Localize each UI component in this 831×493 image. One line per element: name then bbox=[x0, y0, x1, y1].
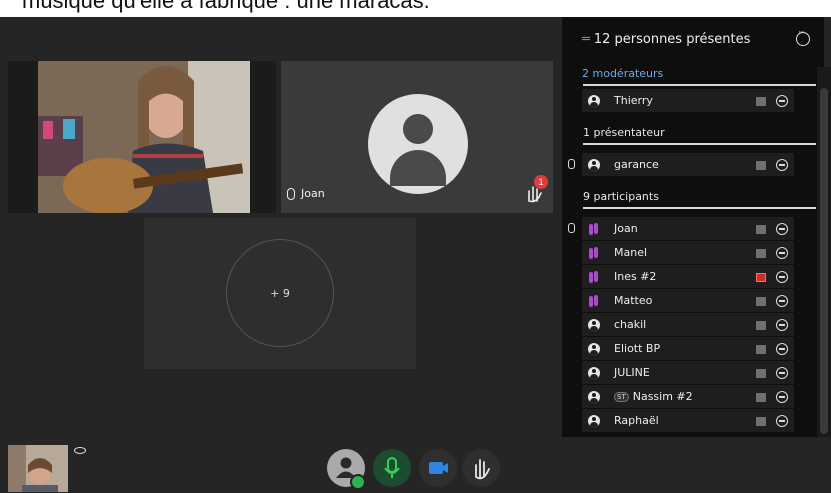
camera-toggle-button[interactable] bbox=[419, 449, 457, 487]
participant-name: JULINE bbox=[614, 366, 650, 379]
participant-row[interactable]: Ines #2 bbox=[582, 265, 794, 289]
participant-name: Eliott BP bbox=[614, 342, 661, 355]
user-icon bbox=[588, 95, 600, 107]
scrollbar-thumb[interactable] bbox=[820, 88, 828, 434]
raised-hand-icon bbox=[588, 247, 600, 259]
participant-name: Joan bbox=[614, 222, 638, 235]
panel-title: 12 personnes présentes bbox=[593, 32, 751, 47]
chat-icon[interactable] bbox=[756, 97, 766, 106]
participant-name: Thierry bbox=[614, 94, 653, 107]
participant-options-icon[interactable] bbox=[776, 271, 788, 283]
participant-row[interactable]: chakil bbox=[582, 313, 794, 337]
user-icon bbox=[588, 415, 600, 427]
participants-list: Joan Manel Ines #2 Matteo chakil Eliott … bbox=[562, 217, 824, 433]
panel-menu-button[interactable] bbox=[796, 28, 810, 46]
chat-icon[interactable] bbox=[756, 321, 766, 330]
raise-hand-button[interactable] bbox=[462, 449, 500, 487]
participant-options-icon[interactable] bbox=[776, 367, 788, 379]
section-participants: 9 participants bbox=[562, 185, 824, 207]
chat-icon[interactable] bbox=[756, 297, 766, 306]
video-tile-camera[interactable] bbox=[8, 61, 276, 213]
participant-options-icon[interactable] bbox=[776, 247, 788, 259]
section-presenter: 1 présentateur bbox=[562, 121, 824, 143]
participant-options-icon[interactable] bbox=[776, 95, 788, 107]
chat-icon[interactable] bbox=[756, 161, 766, 170]
participant-name: Matteo bbox=[614, 294, 653, 307]
participant-name-with-badge: ST Nassim #2 bbox=[614, 390, 693, 403]
tile-name-label: Joan bbox=[287, 187, 325, 200]
raised-hand-icon bbox=[588, 295, 600, 307]
raise-hand-icon bbox=[475, 459, 490, 480]
drag-handle-icon: ═ bbox=[582, 32, 590, 47]
participant-options-icon[interactable] bbox=[776, 343, 788, 355]
microphone-icon bbox=[384, 457, 400, 478]
bottom-toolbar bbox=[0, 437, 831, 493]
user-icon bbox=[588, 343, 600, 355]
webcam-feed-image bbox=[38, 61, 250, 213]
tile-name-text: Joan bbox=[301, 187, 325, 200]
video-tile-joan[interactable]: Joan 1 bbox=[281, 61, 553, 213]
participant-options-icon[interactable] bbox=[776, 295, 788, 307]
user-icon bbox=[588, 367, 600, 379]
status-badge: ST bbox=[614, 392, 629, 402]
chat-unread-icon[interactable] bbox=[756, 273, 766, 282]
participant-name: Ines #2 bbox=[614, 270, 657, 283]
participant-options-icon[interactable] bbox=[776, 159, 788, 171]
camera-icon bbox=[429, 462, 448, 474]
chat-icon[interactable] bbox=[756, 417, 766, 426]
raise-hand-count-badge: 1 bbox=[534, 175, 548, 189]
participant-name: Nassim #2 bbox=[632, 390, 693, 403]
check-icon bbox=[350, 474, 366, 490]
participant-row[interactable]: Matteo bbox=[582, 289, 794, 313]
participant-row[interactable]: ST Nassim #2 bbox=[582, 385, 794, 409]
microphone-icon bbox=[568, 159, 575, 169]
participant-row[interactable]: garance bbox=[568, 153, 794, 177]
chat-icon[interactable] bbox=[756, 249, 766, 258]
user-icon bbox=[588, 391, 600, 403]
section-participants-title: 9 participants bbox=[583, 189, 659, 203]
chat-icon[interactable] bbox=[756, 225, 766, 234]
participant-options-icon[interactable] bbox=[776, 319, 788, 331]
participant-row[interactable]: JULINE bbox=[582, 361, 794, 385]
chat-icon[interactable] bbox=[756, 345, 766, 354]
raised-hand-icon bbox=[588, 223, 600, 235]
participant-name: Raphaël bbox=[614, 414, 659, 427]
participant-row[interactable]: Eliott BP bbox=[582, 337, 794, 361]
participant-row[interactable]: Raphaël bbox=[582, 409, 794, 433]
user-icon bbox=[588, 159, 600, 171]
participant-options-icon[interactable] bbox=[776, 415, 788, 427]
participant-options-icon[interactable] bbox=[776, 223, 788, 235]
participant-name: chakil bbox=[614, 318, 647, 331]
caption-text: musique qu'elle a fabriqué : une maracas… bbox=[22, 0, 430, 13]
participant-name: garance bbox=[614, 158, 659, 171]
raised-hand-icon bbox=[588, 271, 600, 283]
microphone-icon bbox=[568, 223, 575, 233]
chat-icon[interactable] bbox=[756, 369, 766, 378]
participant-name: Manel bbox=[614, 246, 648, 259]
participant-row[interactable]: Manel bbox=[582, 241, 794, 265]
panel-header: ═ 12 personnes présentes bbox=[562, 17, 824, 62]
more-participants-counter: + 9 bbox=[226, 239, 334, 347]
section-presenter-title: 1 présentateur bbox=[583, 125, 665, 139]
participants-panel: ═ 12 personnes présentes 2 modérateurs T… bbox=[562, 17, 824, 437]
participant-row[interactable]: Thierry bbox=[582, 89, 794, 113]
microphone-toggle-button[interactable] bbox=[373, 449, 411, 487]
video-conference-app: Joan 1 + 9 ═ 12 personnes présentes 2 mo… bbox=[0, 17, 831, 493]
eye-icon[interactable] bbox=[74, 447, 86, 454]
user-icon bbox=[588, 319, 600, 331]
self-view-thumbnail[interactable] bbox=[8, 445, 68, 492]
section-moderators-title: 2 modérateurs bbox=[582, 66, 664, 80]
microphone-icon bbox=[287, 187, 295, 200]
participant-options-icon[interactable] bbox=[776, 391, 788, 403]
chat-icon[interactable] bbox=[756, 393, 766, 402]
more-participants-tile[interactable]: + 9 bbox=[144, 218, 416, 369]
participant-row[interactable]: Joan bbox=[568, 217, 794, 241]
user-avatar-icon bbox=[368, 94, 468, 194]
section-moderators: 2 modérateurs bbox=[562, 62, 824, 84]
